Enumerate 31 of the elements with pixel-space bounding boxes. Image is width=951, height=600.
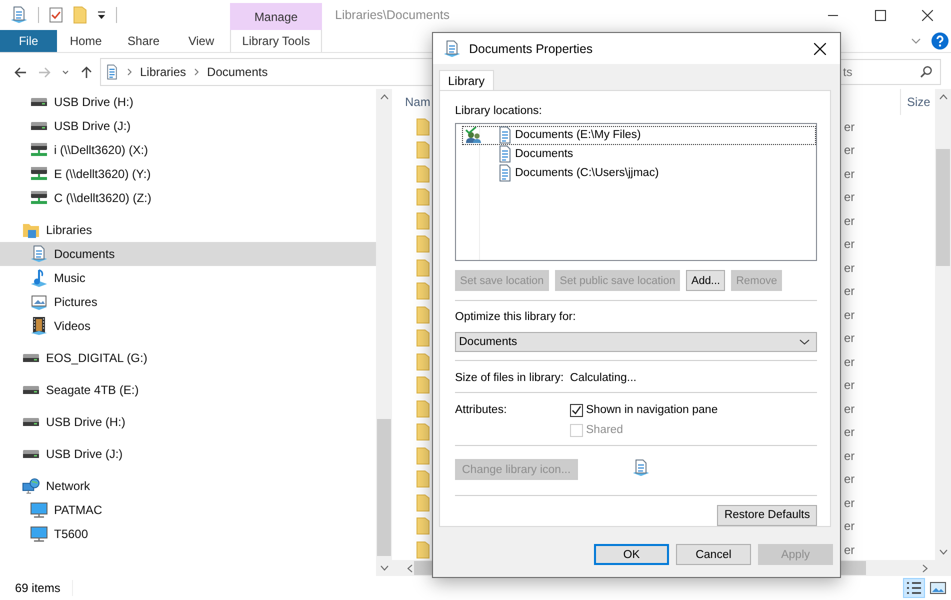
table-cell-text: er [844, 190, 856, 204]
location-label: Documents [515, 148, 574, 160]
window-title: Libraries\Documents [335, 7, 451, 24]
field-label: Size of files in library: [455, 372, 564, 384]
table-cell-text: er [844, 354, 856, 369]
table-cell-text: er [844, 378, 856, 392]
table-cell-text: er [844, 237, 856, 252]
table-cell-text: er [844, 166, 856, 181]
field-label: Attributes: [455, 404, 507, 416]
table-cell-text: er [844, 120, 856, 134]
field-value: Calculating... [570, 372, 636, 384]
table-cell-text: er [844, 308, 856, 322]
table-cell-text: er [844, 496, 856, 510]
location-label: Documents (E:\My Files) [515, 129, 641, 142]
table-cell-text: er [844, 542, 856, 557]
item-count: 69 items [15, 581, 60, 595]
table-cell-text: er [844, 425, 856, 440]
section-label: Library locations: [455, 104, 542, 117]
table-cell-text: er [844, 472, 856, 486]
table-cell-text: er [844, 519, 856, 534]
dialog-title: Documents Properties [469, 42, 594, 56]
table-cell-text: er [844, 331, 856, 346]
section-label: Optimize this library for: [455, 311, 576, 324]
location-label: Documents (C:\Users\jjmac) [515, 167, 659, 180]
table-cell-text: er [844, 260, 856, 275]
context-tab-label: Manage [230, 3, 322, 30]
table-cell-text: er [844, 448, 856, 463]
table-cell-text: er [844, 402, 856, 416]
table-cell-text: er [844, 143, 856, 158]
table-cell-text: er [844, 284, 856, 298]
table-cell-text: er [844, 214, 856, 228]
